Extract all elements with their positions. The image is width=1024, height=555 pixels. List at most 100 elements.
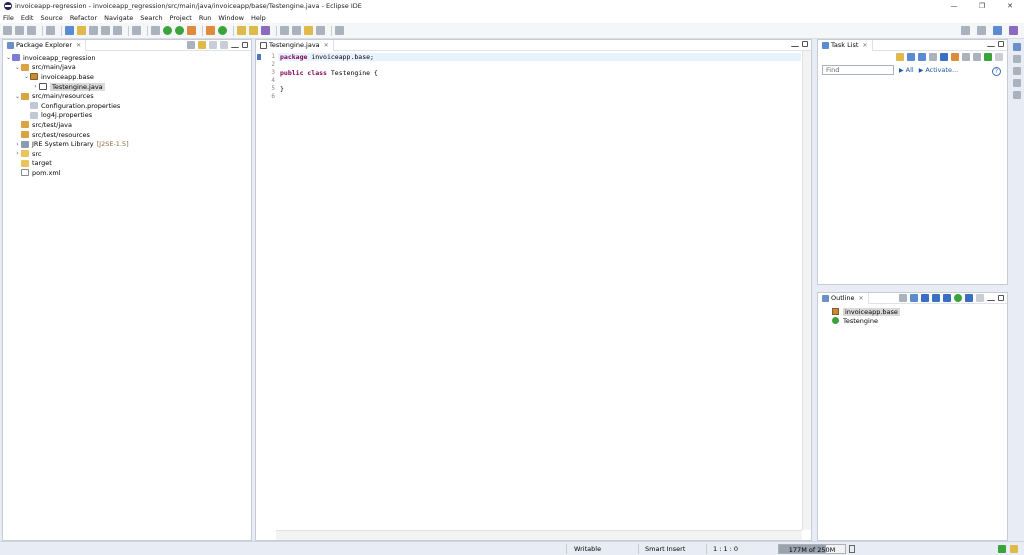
tab-testengine-java[interactable]: Testengine.java ✕	[256, 39, 334, 51]
block-selection-icon[interactable]	[89, 26, 98, 35]
close-icon[interactable]: ✕	[76, 42, 81, 49]
problems-icon[interactable]	[1013, 67, 1021, 75]
chevron-down-icon[interactable]: ⌄	[5, 54, 12, 61]
code-area[interactable]: package invoiceapp.base; public class Te…	[278, 53, 801, 101]
tab-task-list[interactable]: Task List ✕	[818, 39, 873, 51]
tree-node[interactable]: Configuration.properties	[3, 101, 251, 111]
pin-editor-icon[interactable]	[335, 26, 344, 35]
tree-node[interactable]: ⌄ invoiceapp.base	[3, 72, 251, 82]
horizontal-scrollbar[interactable]	[276, 530, 802, 540]
menu-help[interactable]: Help	[251, 14, 266, 22]
collapse-all-icon[interactable]	[187, 41, 195, 49]
restore-icon[interactable]	[1013, 43, 1021, 51]
new-class-icon[interactable]	[218, 26, 227, 35]
help-icon[interactable]: ?	[992, 67, 1001, 76]
tree-node[interactable]: ⌄ src/main/resources	[3, 91, 251, 101]
hide-completed-icon[interactable]	[929, 53, 937, 61]
console-icon[interactable]	[1013, 55, 1021, 63]
external-tools-icon[interactable]	[187, 26, 196, 35]
find-input[interactable]: Find	[822, 65, 894, 75]
minimize-view-icon[interactable]	[231, 43, 239, 48]
vertical-scrollbar[interactable]	[802, 51, 811, 530]
back-icon[interactable]	[304, 26, 313, 35]
tree-node[interactable]: ⌄ invoiceapp_regression	[3, 53, 251, 63]
search-toolbar-icon[interactable]	[261, 26, 270, 35]
new-task-icon[interactable]	[896, 53, 904, 61]
hide-nonpublic-icon[interactable]	[943, 294, 951, 302]
outline-item[interactable]: invoiceapp.base	[818, 307, 1007, 316]
menu-refactor[interactable]: Refactor	[70, 14, 97, 22]
debug-icon[interactable]	[151, 26, 160, 35]
chevron-right-icon[interactable]: ›	[14, 150, 21, 157]
declaration-icon[interactable]	[1013, 91, 1021, 99]
toggle-breadcrumb-icon[interactable]	[65, 26, 74, 35]
tab-outline[interactable]: Outline ✕	[818, 292, 869, 304]
java-perspective-icon[interactable]	[993, 26, 1002, 35]
close-icon[interactable]: ✕	[324, 42, 329, 49]
focus-on-workweek-icon[interactable]	[940, 53, 948, 61]
new-java-project-icon[interactable]	[206, 26, 215, 35]
all-link[interactable]: All	[906, 66, 914, 74]
forward-icon[interactable]	[316, 26, 325, 35]
tree-node[interactable]: target	[3, 159, 251, 169]
close-icon[interactable]: ✕	[859, 295, 864, 302]
maximize-view-icon[interactable]	[998, 295, 1004, 301]
next-annotation-icon[interactable]	[280, 26, 289, 35]
minimize-view-icon[interactable]	[987, 42, 995, 47]
activate-link[interactable]: Activate...	[925, 66, 958, 74]
maximize-view-icon[interactable]	[242, 42, 248, 48]
menu-source[interactable]: Source	[40, 14, 62, 22]
tab-package-explorer[interactable]: Package Explorer ✕	[3, 39, 87, 51]
tree-node[interactable]: src/test/resources	[3, 130, 251, 140]
collapse-all-icon[interactable]	[962, 53, 970, 61]
menu-navigate[interactable]: Navigate	[104, 14, 133, 22]
expand-all-icon[interactable]	[973, 53, 981, 61]
categorized-icon[interactable]	[907, 53, 915, 61]
show-whitespace-icon[interactable]	[113, 26, 122, 35]
minimize-view-icon[interactable]	[791, 42, 799, 47]
code-line[interactable]: }	[278, 85, 801, 93]
link-with-editor-icon[interactable]	[984, 53, 992, 61]
view-menu-icon[interactable]	[220, 41, 228, 49]
javadoc-icon[interactable]	[1013, 79, 1021, 87]
collapse-all-icon[interactable]	[899, 294, 907, 302]
outline-item[interactable]: Testengine	[818, 316, 1007, 325]
new-icon[interactable]	[3, 26, 12, 35]
coverage-icon[interactable]	[175, 26, 184, 35]
tree-node[interactable]: log4j.properties	[3, 111, 251, 121]
code-editor[interactable]: 1 2 3 4 5 6 package invoiceapp.base; pub…	[256, 51, 811, 540]
synchronize-icon[interactable]	[951, 53, 959, 61]
view-menu-icon[interactable]	[976, 294, 984, 302]
filters-icon[interactable]	[209, 41, 217, 49]
code-line[interactable]: public class Testengine {	[278, 69, 801, 77]
skip-breakpoints-icon[interactable]	[132, 26, 141, 35]
menu-file[interactable]: File	[3, 14, 14, 22]
mark-occurrences-icon[interactable]	[77, 26, 86, 35]
code-line[interactable]: package invoiceapp.base;	[278, 53, 801, 61]
menu-window[interactable]: Window	[218, 14, 244, 22]
close-button[interactable]: ✕	[996, 0, 1024, 12]
maximize-view-icon[interactable]	[802, 41, 808, 47]
open-type-icon[interactable]	[237, 26, 246, 35]
menu-project[interactable]: Project	[170, 14, 192, 22]
chevron-right-icon[interactable]: ›	[32, 83, 39, 90]
save-icon[interactable]	[15, 26, 24, 35]
menu-run[interactable]: Run	[199, 14, 211, 22]
code-line[interactable]	[278, 61, 801, 69]
sort-icon[interactable]	[910, 294, 918, 302]
chevron-down-icon[interactable]: ⌄	[14, 64, 21, 71]
code-line[interactable]	[278, 77, 801, 85]
hide-static-icon[interactable]	[932, 294, 940, 302]
debug-perspective-icon[interactable]	[1009, 26, 1018, 35]
tree-node[interactable]: ⌄ src/main/java	[3, 63, 251, 73]
scheduled-icon[interactable]	[918, 53, 926, 61]
tree-node[interactable]: › JRE System Library [J2SE-1.5]	[3, 139, 251, 149]
minimize-view-icon[interactable]	[987, 296, 995, 301]
save-all-icon[interactable]	[27, 26, 36, 35]
chevron-down-icon[interactable]: ⌄	[14, 93, 21, 100]
chevron-down-icon[interactable]: ⌄	[23, 73, 30, 80]
prev-annotation-icon[interactable]	[292, 26, 301, 35]
tree-node[interactable]: pom.xml	[3, 168, 251, 178]
hide-fields-icon[interactable]	[921, 294, 929, 302]
link-with-editor-icon[interactable]	[965, 294, 973, 302]
